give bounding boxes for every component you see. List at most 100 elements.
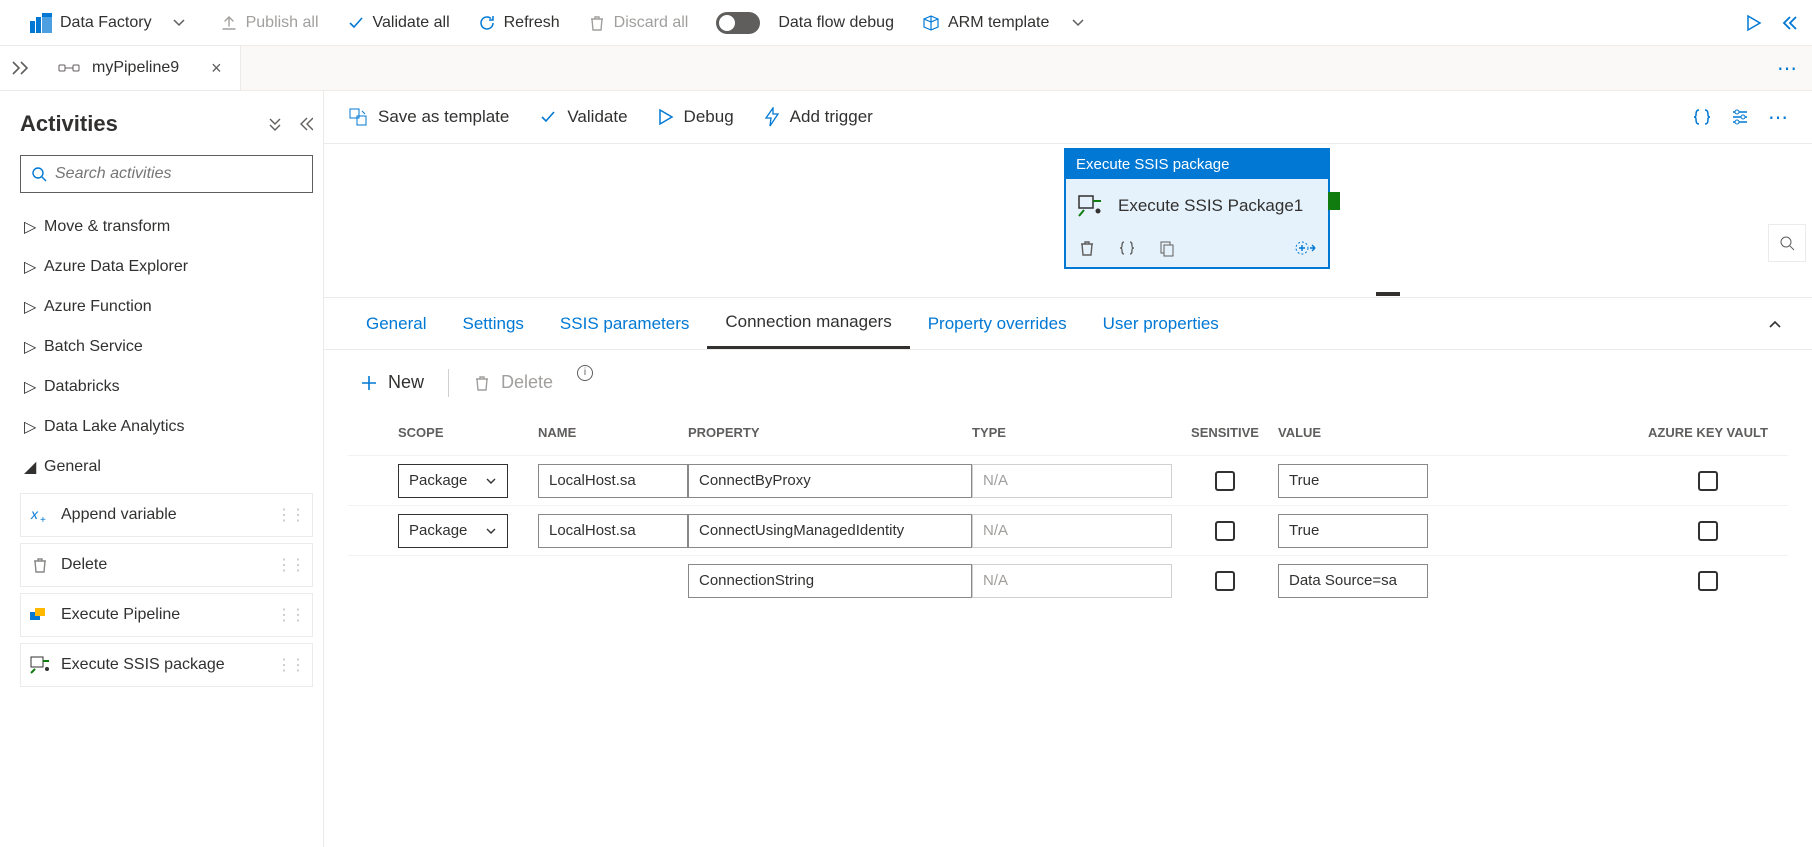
canvas-splitter-handle[interactable] xyxy=(1376,292,1400,296)
canvas-search-button[interactable] xyxy=(1768,224,1806,262)
refresh-button[interactable]: Refresh xyxy=(464,0,574,45)
collapse-down-icon[interactable] xyxy=(267,116,283,132)
detail-tabs: General Settings SSIS parameters Connect… xyxy=(324,298,1812,350)
run-icon[interactable] xyxy=(1746,14,1762,32)
file-tab-mypipeline9[interactable]: myPipeline9 × xyxy=(40,46,241,90)
drag-handle-icon: ⋮⋮ xyxy=(276,605,304,625)
property-input[interactable]: ConnectUsingManagedIdentity xyxy=(688,514,972,548)
info-icon[interactable]: i xyxy=(577,365,593,381)
drag-handle-icon: ⋮⋮ xyxy=(276,555,304,575)
arm-template-button[interactable]: ARM template xyxy=(908,0,1099,45)
add-trigger-button[interactable]: Add trigger xyxy=(764,107,873,127)
category-general[interactable]: ◢General xyxy=(20,447,313,487)
brand[interactable]: Data Factory xyxy=(30,13,152,33)
publish-all-button[interactable]: Publish all xyxy=(206,0,333,45)
type-input[interactable]: N/A xyxy=(972,464,1172,498)
arm-template-label: ARM template xyxy=(948,14,1049,32)
activities-search-input[interactable] xyxy=(55,165,302,183)
node-success-handle[interactable] xyxy=(1328,192,1340,210)
delete-button[interactable]: Delete xyxy=(461,366,565,399)
triangle-down-icon: ◢ xyxy=(24,457,34,477)
value-input[interactable]: Data Source=sa xyxy=(1278,564,1428,598)
sensitive-checkbox[interactable] xyxy=(1215,521,1235,541)
validate-button[interactable]: Validate xyxy=(539,107,627,127)
drag-handle-icon: ⋮⋮ xyxy=(276,505,304,525)
tab-connection-managers[interactable]: Connection managers xyxy=(707,298,909,349)
collapse-right-icon[interactable] xyxy=(1780,14,1798,32)
category-azure-data-explorer[interactable]: ▷Azure Data Explorer xyxy=(20,247,313,287)
tab-ssis-parameters[interactable]: SSIS parameters xyxy=(542,298,707,349)
category-move-transform[interactable]: ▷Move & transform xyxy=(20,207,313,247)
close-icon[interactable]: × xyxy=(191,58,222,79)
pipeline-icon xyxy=(58,60,80,76)
akv-checkbox[interactable] xyxy=(1698,471,1718,491)
cube-icon xyxy=(922,14,940,32)
category-databricks[interactable]: ▷Databricks xyxy=(20,367,313,407)
type-input[interactable]: N/A xyxy=(972,514,1172,548)
json-icon[interactable] xyxy=(1692,107,1712,127)
tab-overflow-icon[interactable]: ⋯ xyxy=(1762,46,1812,90)
copy-icon[interactable] xyxy=(1158,239,1176,257)
category-batch-service[interactable]: ▷Batch Service xyxy=(20,327,313,367)
category-data-lake-analytics[interactable]: ▷Data Lake Analytics xyxy=(20,407,313,447)
brand-dropdown-icon[interactable] xyxy=(172,16,186,30)
pipeline-toolbar: Save as template Validate Debug Add trig… xyxy=(324,91,1812,143)
sensitive-checkbox[interactable] xyxy=(1215,571,1235,591)
value-input[interactable]: True xyxy=(1278,464,1428,498)
publish-icon xyxy=(220,14,238,32)
akv-checkbox[interactable] xyxy=(1698,521,1718,541)
activity-delete[interactable]: Delete ⋮⋮ xyxy=(20,543,313,587)
discard-all-button[interactable]: Discard all xyxy=(574,0,703,45)
property-input[interactable]: ConnectionString xyxy=(688,564,972,598)
explorer-expand-icon[interactable] xyxy=(0,46,40,90)
file-tab-label: myPipeline9 xyxy=(92,59,179,77)
property-input[interactable]: ConnectByProxy xyxy=(688,464,972,498)
category-azure-function[interactable]: ▷Azure Function xyxy=(20,287,313,327)
add-output-icon[interactable] xyxy=(1294,239,1316,257)
trash-icon[interactable] xyxy=(1078,239,1096,257)
dataflow-debug-toggle[interactable]: Data flow debug xyxy=(702,0,908,45)
json-icon[interactable] xyxy=(1118,239,1136,257)
value-input[interactable]: True xyxy=(1278,514,1428,548)
tab-user-properties[interactable]: User properties xyxy=(1085,298,1237,349)
more-icon[interactable]: ⋯ xyxy=(1768,105,1788,130)
chevron-down-icon xyxy=(1071,16,1085,30)
connection-managers-table: SCOPE NAME PROPERTY TYPE SENSITIVE VALUE… xyxy=(324,409,1812,605)
table-row: Package LocalHost.sa ConnectByProxy N/A … xyxy=(348,455,1788,505)
dataflow-debug-label: Data flow debug xyxy=(778,14,894,32)
collapse-panel-icon[interactable] xyxy=(297,116,313,132)
scope-select[interactable]: Package xyxy=(398,514,508,548)
sensitive-checkbox[interactable] xyxy=(1215,471,1235,491)
table-row: ConnectionString N/A Data Source=sa xyxy=(348,555,1788,605)
scope-select[interactable]: Package xyxy=(398,464,508,498)
type-input[interactable]: N/A xyxy=(972,564,1172,598)
activity-append-variable[interactable]: x+ Append variable ⋮⋮ xyxy=(20,493,313,537)
collapse-panel-icon[interactable] xyxy=(1766,315,1788,333)
lightning-icon xyxy=(764,107,780,127)
connection-managers-toolbar: New Delete i xyxy=(324,350,1812,409)
triangle-right-icon: ▷ xyxy=(24,297,34,317)
save-as-template-button[interactable]: Save as template xyxy=(348,107,509,127)
activities-search[interactable] xyxy=(20,155,313,193)
pipeline-run-icon xyxy=(29,604,51,626)
refresh-icon xyxy=(478,14,496,32)
node-execute-ssis-package[interactable]: Execute SSIS package Execute SSIS Packag… xyxy=(1064,148,1330,269)
pipeline-canvas[interactable]: Execute SSIS package Execute SSIS Packag… xyxy=(324,143,1812,298)
check-icon xyxy=(539,108,557,126)
plus-icon xyxy=(360,374,378,392)
template-icon xyxy=(348,107,368,127)
name-input[interactable]: LocalHost.sa xyxy=(538,464,688,498)
tab-property-overrides[interactable]: Property overrides xyxy=(910,298,1085,349)
activity-execute-pipeline[interactable]: Execute Pipeline ⋮⋮ xyxy=(20,593,313,637)
tab-general[interactable]: General xyxy=(348,298,444,349)
new-button[interactable]: New xyxy=(348,366,436,399)
akv-checkbox[interactable] xyxy=(1698,571,1718,591)
trash-icon xyxy=(29,554,51,576)
debug-button[interactable]: Debug xyxy=(658,107,734,127)
tab-settings[interactable]: Settings xyxy=(444,298,541,349)
validate-all-button[interactable]: Validate all xyxy=(333,0,464,45)
settings-sliders-icon[interactable] xyxy=(1730,107,1750,127)
ssis-icon xyxy=(1076,193,1104,219)
name-input[interactable]: LocalHost.sa xyxy=(538,514,688,548)
activity-execute-ssis-package[interactable]: Execute SSIS package ⋮⋮ xyxy=(20,643,313,687)
